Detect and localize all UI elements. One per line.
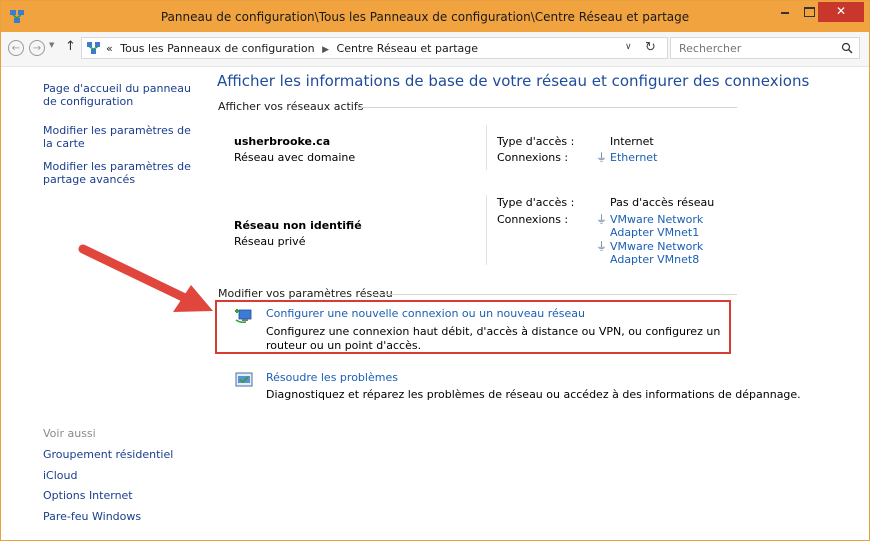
search-icon[interactable] <box>841 42 853 54</box>
troubleshoot-icon <box>235 372 253 387</box>
maximize-icon <box>803 7 815 17</box>
page-title: Afficher les informations de base de vot… <box>217 72 810 90</box>
breadcrumb-item[interactable]: Tous les Panneaux de configuration <box>120 42 314 55</box>
recent-locations-button[interactable]: ▼ <box>49 41 54 49</box>
forward-icon: → <box>32 43 42 54</box>
access-type-value: Internet <box>610 135 654 148</box>
network-center-icon <box>87 42 100 54</box>
minimize-button[interactable] <box>772 2 798 22</box>
see-also-firewall[interactable]: Pare-feu Windows <box>43 510 193 523</box>
connection-link-ethernet[interactable]: ⏚ Ethernet <box>596 151 657 164</box>
search-box[interactable] <box>670 37 860 59</box>
see-also-homegroup[interactable]: Groupement résidentiel <box>43 448 193 461</box>
search-input[interactable] <box>679 40 829 56</box>
connection-link-vmnet8[interactable]: ⏚ VMware Network Adapter VMnet8 <box>596 240 746 266</box>
connections-label: Connexions : <box>497 151 569 164</box>
back-icon: ← <box>11 43 21 54</box>
breadcrumb-overflow[interactable]: « <box>106 42 113 55</box>
section-divider <box>357 107 737 108</box>
sidebar-item-control-panel-home[interactable]: Page d'accueil du panneau de configurati… <box>43 82 193 108</box>
plug-icon: ⏚ <box>596 151 607 164</box>
network-type: Réseau privé <box>234 235 306 248</box>
breadcrumb-item[interactable]: Centre Réseau et partage <box>337 42 479 55</box>
window: Panneau de configuration\Tous les Pannea… <box>0 0 870 541</box>
plug-icon: ⏚ <box>596 213 607 226</box>
minimize-icon <box>781 12 789 14</box>
refresh-icon: ↻ <box>645 40 656 55</box>
connections-label: Connexions : <box>497 213 569 226</box>
up-button[interactable]: ↑ <box>65 39 76 54</box>
chevron-down-icon: ▼ <box>49 41 55 49</box>
access-type-label: Type d'accès : <box>497 196 575 209</box>
back-button[interactable]: ← <box>8 40 24 56</box>
forward-button[interactable]: → <box>29 40 45 56</box>
connection-link-vmnet1[interactable]: ⏚ VMware Network Adapter VMnet1 <box>596 213 746 239</box>
see-also-internet-options[interactable]: Options Internet <box>43 489 193 502</box>
section-divider <box>372 294 737 295</box>
title-bar[interactable]: Panneau de configuration\Tous les Pannea… <box>1 1 869 32</box>
breadcrumb: « Tous les Panneaux de configuration ▶ C… <box>106 42 478 55</box>
access-type-value: Pas d'accès réseau <box>610 196 715 209</box>
close-icon: ✕ <box>835 4 847 18</box>
main-content: Afficher les informations de base de vot… <box>201 67 869 540</box>
chevron-down-icon: ∨ <box>625 42 632 52</box>
navigation-bar: ← → ▼ ↑ « Tous les Panneaux de configura… <box>1 32 869 67</box>
access-type-label: Type d'accès : <box>497 135 575 148</box>
address-dropdown-button[interactable]: ∨ <box>625 42 632 52</box>
close-button[interactable]: ✕ <box>818 2 864 22</box>
new-connection-icon <box>235 309 252 324</box>
troubleshoot-description: Diagnostiquez et réparez les problèmes d… <box>266 388 801 401</box>
troubleshoot-link[interactable]: Résoudre les problèmes <box>266 371 398 384</box>
up-icon: ↑ <box>65 39 76 54</box>
sidebar-item-advanced-sharing[interactable]: Modifier les paramètres de partage avanc… <box>43 160 193 186</box>
plug-icon: ⏚ <box>596 240 607 253</box>
see-also-label: Voir aussi <box>43 427 96 440</box>
vertical-divider <box>486 125 487 170</box>
setup-connection-link[interactable]: Configurer une nouvelle connexion ou un … <box>266 307 585 320</box>
see-also-icloud[interactable]: iCloud <box>43 469 193 482</box>
vertical-divider <box>486 195 487 265</box>
change-settings-title: Modifier vos paramètres réseau <box>218 287 393 300</box>
network-name: Réseau non identifié <box>234 219 362 232</box>
address-bar[interactable]: « Tous les Panneaux de configuration ▶ C… <box>81 37 668 59</box>
chevron-right-icon[interactable]: ▶ <box>322 45 329 55</box>
network-name: usherbrooke.ca <box>234 135 331 148</box>
refresh-button[interactable]: ↻ <box>645 40 656 55</box>
left-pane: Page d'accueil du panneau de configurati… <box>1 67 201 540</box>
network-type: Réseau avec domaine <box>234 151 356 164</box>
window-title: Panneau de configuration\Tous les Pannea… <box>160 10 690 24</box>
active-networks-title: Afficher vos réseaux actifs <box>218 100 364 113</box>
setup-connection-description: Configurez une connexion haut débit, d'a… <box>266 325 721 352</box>
sidebar-item-adapter-settings[interactable]: Modifier les paramètres de la carte <box>43 124 193 150</box>
